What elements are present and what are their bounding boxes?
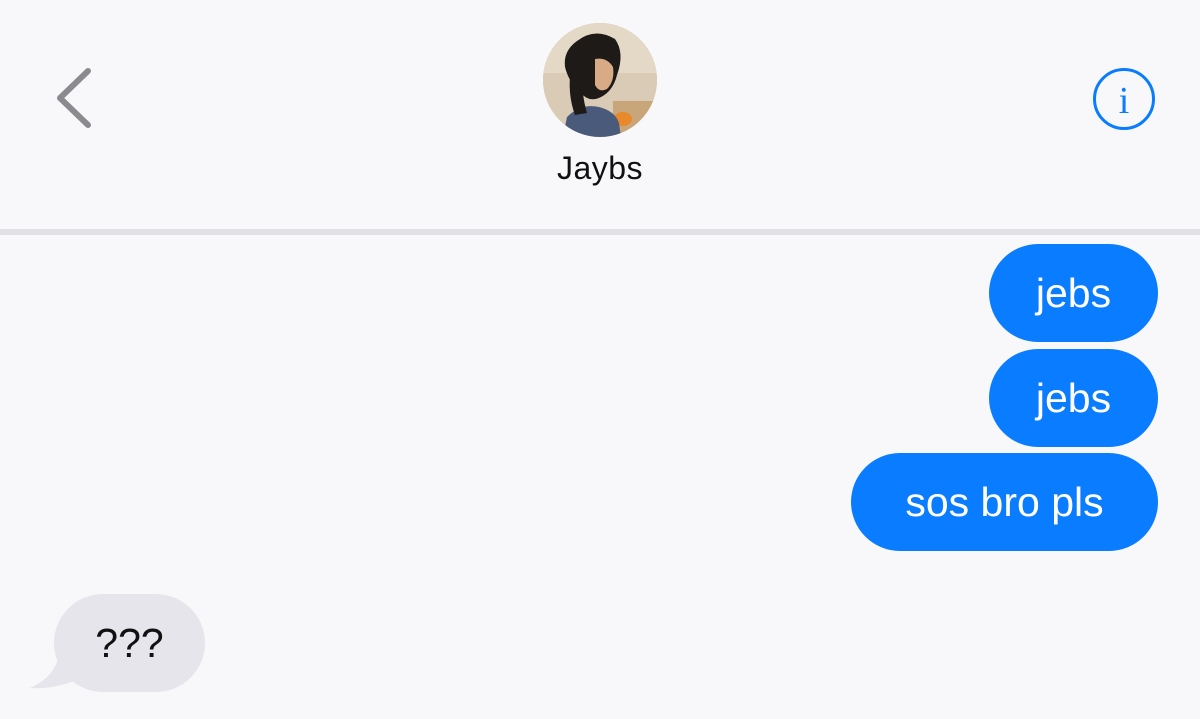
outgoing-message-bubble[interactable]: sos bro pls — [851, 453, 1158, 551]
info-button[interactable]: i — [1091, 66, 1157, 132]
chevron-left-icon — [57, 68, 91, 128]
conversation-header: Jaybs i — [0, 0, 1200, 229]
incoming-message-bubble[interactable]: ??? — [54, 594, 205, 692]
header-divider — [0, 229, 1200, 235]
back-button[interactable] — [50, 64, 100, 134]
outgoing-message-bubble[interactable]: jebs — [989, 244, 1158, 342]
avatar-photo — [543, 23, 657, 137]
contact-avatar[interactable] — [543, 23, 657, 137]
message-text: jebs — [1035, 374, 1112, 421]
messages-screen: Jaybs i jebs jebs sos bro pls ??? — [0, 0, 1200, 719]
info-icon: i — [1093, 68, 1155, 130]
svg-text:i: i — [1119, 80, 1130, 122]
outgoing-message-bubble[interactable]: jebs — [989, 349, 1158, 447]
message-text: sos bro pls — [905, 478, 1104, 525]
message-text: ??? — [95, 619, 164, 666]
contact-name[interactable]: Jaybs — [450, 150, 750, 187]
message-text: jebs — [1035, 269, 1112, 316]
